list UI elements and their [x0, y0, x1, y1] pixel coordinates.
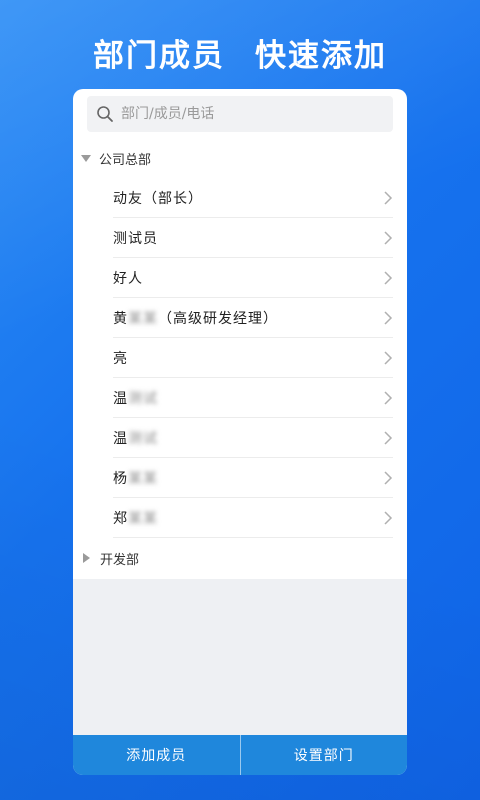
chevron-right-icon [384, 230, 393, 245]
member-row[interactable]: 测试员 [113, 218, 393, 258]
member-row[interactable]: 黄某某（高级研发经理） [113, 298, 393, 338]
member-name: 黄 [113, 310, 128, 327]
member-name-blurred: 测试 [128, 390, 158, 407]
add-member-button[interactable]: 添加成员 [73, 735, 240, 775]
bottom-action-bar: 添加成员 设置部门 [73, 735, 407, 775]
member-name: 郑 [113, 510, 128, 527]
search-input[interactable] [121, 106, 361, 122]
collapse-triangle-icon [83, 553, 90, 563]
chevron-right-icon [384, 470, 393, 485]
member-row[interactable]: 杨某某 [113, 458, 393, 498]
headline-part2: 快速添加 [255, 38, 387, 74]
member-name: 动友（部长） [113, 190, 203, 207]
member-row[interactable]: 动友（部长） [113, 178, 393, 218]
search-icon [97, 106, 113, 122]
member-name: 亮 [113, 350, 128, 367]
department-name: 公司总部 [99, 152, 152, 168]
member-row[interactable]: 温测试 [113, 378, 393, 418]
headline-part1: 部门成员 [93, 38, 225, 74]
member-name-blurred: 某某 [128, 470, 158, 487]
member-row[interactable]: 亮 [113, 338, 393, 378]
chevron-right-icon [384, 350, 393, 365]
member-name: 温 [113, 430, 128, 447]
member-name: 测试员 [113, 230, 158, 247]
expand-triangle-icon [81, 154, 91, 162]
chevron-right-icon [384, 510, 393, 525]
chevron-right-icon [384, 270, 393, 285]
department-headquarters[interactable]: 公司总部 [73, 138, 407, 178]
chevron-right-icon [384, 310, 393, 325]
member-row[interactable]: 好人 [113, 258, 393, 298]
member-name: 好人 [113, 270, 143, 287]
member-card: 公司总部 动友（部长） 测试员 好人 黄某某（高级研发经理） 亮 温测试 温测试 [73, 89, 407, 775]
department-dev[interactable]: 开发部 [73, 538, 407, 578]
page-headline: 部门成员 快速添加 [0, 30, 480, 75]
chevron-right-icon [384, 190, 393, 205]
set-department-button[interactable]: 设置部门 [241, 735, 408, 775]
member-title: （高级研发经理） [158, 310, 278, 327]
search-bar[interactable] [87, 96, 393, 132]
chevron-right-icon [384, 390, 393, 405]
member-name-blurred: 某某 [128, 310, 158, 327]
member-row[interactable]: 郑某某 [113, 498, 393, 538]
member-list: 动友（部长） 测试员 好人 黄某某（高级研发经理） 亮 温测试 温测试 杨某某 [113, 178, 393, 538]
member-name-blurred: 某某 [128, 510, 158, 527]
chevron-right-icon [384, 430, 393, 445]
member-name: 杨 [113, 470, 128, 487]
member-name: 温 [113, 390, 128, 407]
member-name-blurred: 测试 [128, 430, 158, 447]
department-name: 开发部 [100, 552, 140, 568]
member-row[interactable]: 温测试 [113, 418, 393, 458]
empty-area [73, 579, 407, 735]
